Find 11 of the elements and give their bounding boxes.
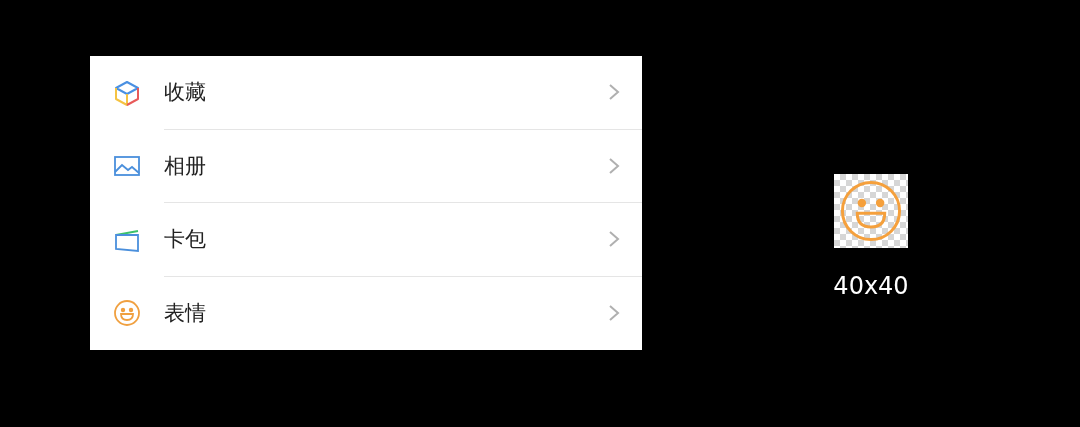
chevron-icon [608, 156, 620, 175]
chevron-icon [608, 83, 620, 102]
chevron-icon [608, 304, 620, 323]
menu-item[interactable]: 表情 [90, 276, 642, 350]
menu-item[interactable]: 收藏 [90, 56, 642, 130]
chevron-icon [608, 230, 620, 249]
menu-item[interactable]: 相册 [90, 129, 642, 203]
smiley-icon [113, 299, 141, 328]
size-caption: 40x40 [833, 272, 909, 300]
cube-icon [113, 78, 141, 107]
menu-item[interactable]: 卡包 [90, 203, 642, 277]
